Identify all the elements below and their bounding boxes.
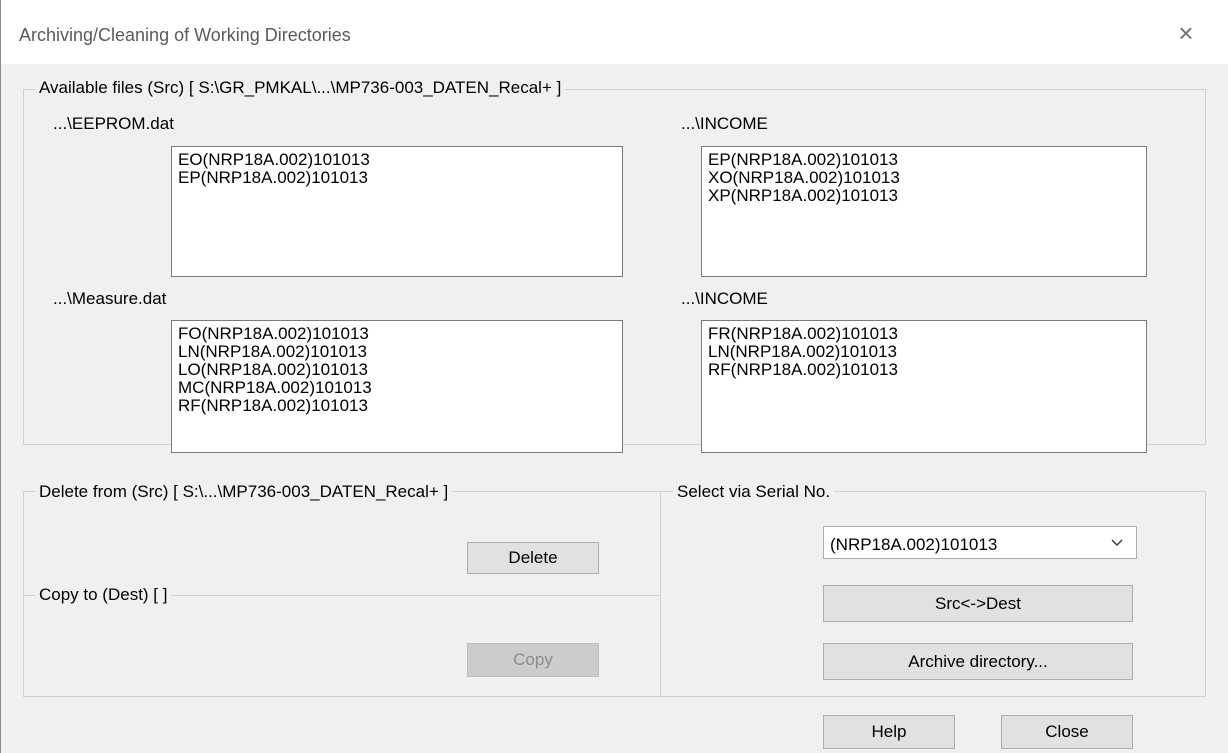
- chevron-down-icon: [1111, 539, 1123, 546]
- list-item[interactable]: EP(NRP18A.002)101013: [178, 169, 622, 187]
- delete-button[interactable]: Delete: [467, 542, 599, 574]
- list-item[interactable]: MC(NRP18A.002)101013: [178, 379, 622, 397]
- serial-group-legend: Select via Serial No.: [673, 482, 835, 502]
- serial-number-select[interactable]: (NRP18A.002)101013: [823, 526, 1137, 559]
- income-label-bottom: ...\INCOME: [681, 289, 768, 308]
- list-item[interactable]: LN(NRP18A.002)101013: [708, 343, 1146, 361]
- list-item[interactable]: XP(NRP18A.002)101013: [708, 187, 1146, 205]
- close-button[interactable]: Close: [1001, 715, 1133, 749]
- copy-group-legend: Copy to (Dest) [ ]: [35, 585, 172, 605]
- list-item[interactable]: RF(NRP18A.002)101013: [178, 397, 622, 415]
- income-label-top: ...\INCOME: [681, 114, 768, 133]
- dialog-client: Available files (Src) [ S:\GR_PMKAL\...\…: [0, 64, 1228, 753]
- eeprom-listbox[interactable]: EO(NRP18A.002)101013 EP(NRP18A.002)10101…: [171, 146, 623, 277]
- measure-listbox[interactable]: FO(NRP18A.002)101013 LN(NRP18A.002)10101…: [171, 320, 623, 453]
- help-button[interactable]: Help: [823, 715, 955, 749]
- list-item[interactable]: FR(NRP18A.002)101013: [708, 325, 1146, 343]
- archive-directory-button[interactable]: Archive directory...: [823, 643, 1133, 680]
- list-item[interactable]: EP(NRP18A.002)101013: [708, 151, 1146, 169]
- lower-frame-divider: [660, 491, 661, 697]
- copy-button[interactable]: Copy: [467, 643, 599, 677]
- close-icon[interactable]: ×: [1171, 20, 1201, 50]
- src-dest-swap-button[interactable]: Src<->Dest: [823, 585, 1133, 622]
- title-bar: Archiving/Cleaning of Working Directorie…: [0, 0, 1228, 64]
- list-item[interactable]: XO(NRP18A.002)101013: [708, 169, 1146, 187]
- measure-label: ...\Measure.dat: [53, 289, 167, 308]
- list-item[interactable]: LO(NRP18A.002)101013: [178, 361, 622, 379]
- delete-group-legend: Delete from (Src) [ S:\...\MP736-003_DAT…: [35, 482, 453, 502]
- list-item[interactable]: LN(NRP18A.002)101013: [178, 343, 622, 361]
- income-listbox-top[interactable]: EP(NRP18A.002)101013 XO(NRP18A.002)10101…: [701, 146, 1147, 277]
- list-item[interactable]: FO(NRP18A.002)101013: [178, 325, 622, 343]
- window-title: Archiving/Cleaning of Working Directorie…: [19, 25, 351, 45]
- income-listbox-bottom[interactable]: FR(NRP18A.002)101013 LN(NRP18A.002)10101…: [701, 320, 1147, 453]
- list-item[interactable]: RF(NRP18A.002)101013: [708, 361, 1146, 379]
- serial-number-value: (NRP18A.002)101013: [830, 535, 998, 554]
- eeprom-label: ...\EEPROM.dat: [53, 114, 174, 133]
- list-item[interactable]: EO(NRP18A.002)101013: [178, 151, 622, 169]
- available-files-legend: Available files (Src) [ S:\GR_PMKAL\...\…: [35, 78, 566, 98]
